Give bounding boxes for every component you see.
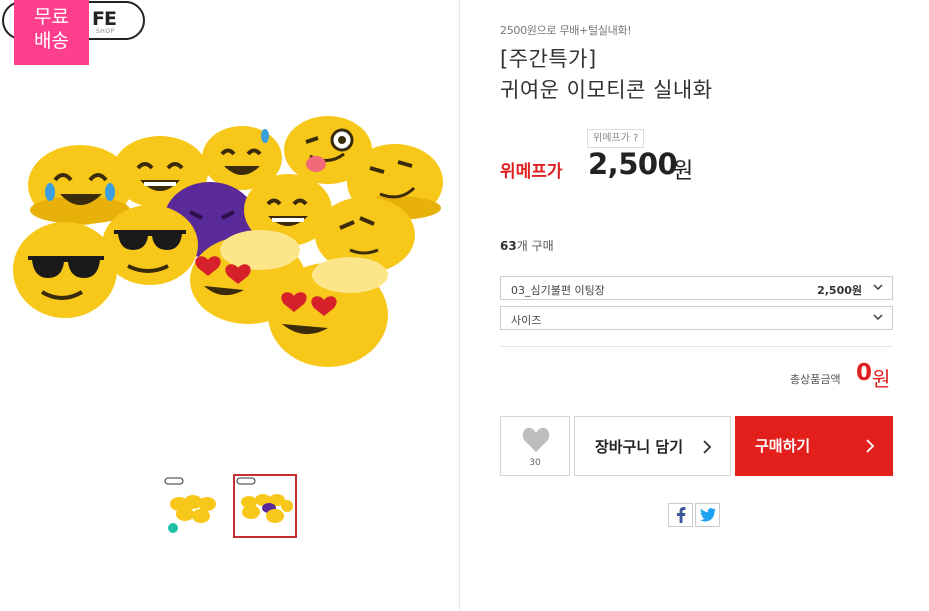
- size-select[interactable]: 사이즈: [500, 306, 893, 330]
- free-shipping-badge: 무료 배송: [14, 0, 89, 65]
- free-shipping-badge-line1: 무료: [34, 6, 69, 28]
- chevron-right-icon: [866, 439, 875, 453]
- heart-icon: [522, 427, 550, 452]
- purchase-count-number: 63: [500, 239, 517, 253]
- total-unit: 원: [872, 367, 891, 391]
- thumbnail-1[interactable]: [161, 474, 225, 538]
- product-title-line1: [주간특가]: [500, 47, 597, 71]
- buy-now-label: 구매하기: [755, 437, 811, 455]
- facebook-share-button[interactable]: [668, 503, 693, 527]
- like-count: 30: [529, 458, 541, 468]
- chevron-down-icon: [873, 314, 883, 320]
- slipper-sunglasses-2: [102, 205, 198, 285]
- add-to-cart-label: 장바구니 담기: [595, 438, 684, 456]
- product-gallery: FE SHOP 무료 배송: [0, 0, 460, 611]
- thumbnail-2[interactable]: [233, 474, 297, 538]
- price-value: 2,500: [588, 147, 678, 181]
- price-unit: 원: [673, 159, 694, 184]
- product-title-line2: 귀여운 이모티콘 실내화: [500, 78, 713, 102]
- total-label: 총상품금액: [790, 373, 841, 386]
- like-button[interactable]: 30: [500, 416, 570, 476]
- share-buttons: [668, 503, 720, 527]
- twitter-share-button[interactable]: [695, 503, 720, 527]
- add-to-cart-button[interactable]: 장바구니 담기: [574, 416, 731, 476]
- chevron-down-icon: [873, 284, 883, 290]
- logo-subtext: SHOP: [96, 28, 115, 35]
- logo-text: FE: [92, 8, 117, 30]
- divider: [500, 346, 893, 347]
- purchase-count: 63개 구매: [500, 237, 554, 254]
- purchase-count-suffix: 개 구매: [516, 239, 554, 253]
- option-select-label: 03_심기불편 이팅장: [511, 284, 605, 297]
- main-product-image[interactable]: [10, 110, 450, 380]
- slipper-sunglasses-1: [13, 222, 117, 318]
- price-label: 위메프가: [500, 162, 563, 182]
- size-select-label: 사이즈: [511, 314, 542, 327]
- option-select-price: 2,500원: [817, 284, 862, 297]
- chevron-right-icon: [703, 440, 712, 454]
- promo-text: 2500원으로 무배+털실내화!: [500, 24, 632, 37]
- facebook-icon: [676, 507, 685, 523]
- free-shipping-badge-line2: 배송: [34, 30, 69, 52]
- thumbnail-list: [161, 474, 297, 538]
- buy-now-button[interactable]: 구매하기: [735, 416, 893, 476]
- total-value: 0: [856, 360, 873, 386]
- option-select[interactable]: 03_심기불편 이팅장 2,500원: [500, 276, 893, 300]
- price-info-button[interactable]: 위메프가 ?: [587, 129, 645, 148]
- twitter-icon: [699, 508, 716, 522]
